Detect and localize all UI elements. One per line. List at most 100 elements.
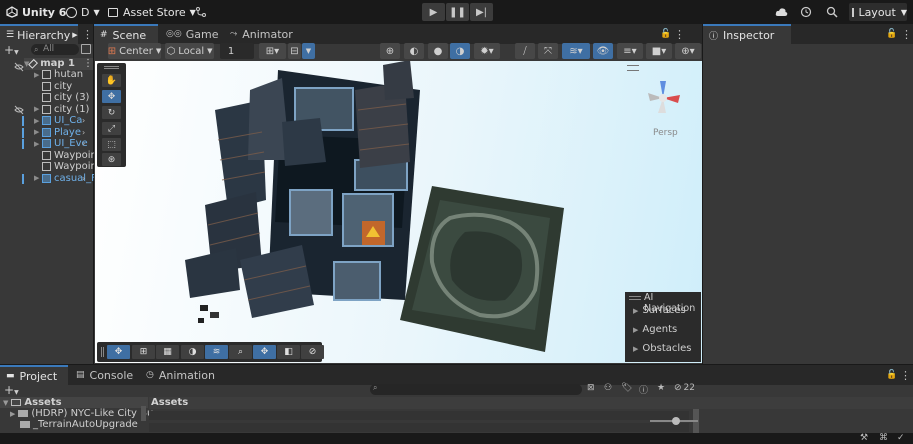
hand-tool-button[interactable]: ✋ (102, 74, 121, 87)
hierarchy-item[interactable]: ▶ Playe › (22, 127, 85, 139)
tab-console[interactable]: ▤ Console (70, 365, 133, 385)
chevron-right-icon[interactable]: ▶ (34, 128, 42, 136)
breadcrumb[interactable]: Assets (151, 397, 188, 408)
overlay-grip-icon[interactable] (104, 66, 119, 69)
space-dropdown[interactable]: ⬡ Local ▼ (165, 43, 214, 59)
cloud-icon[interactable] (775, 3, 788, 21)
search-by-type-icon[interactable]: ⊠ (587, 383, 595, 393)
chevron-right-icon[interactable]: › (82, 116, 85, 125)
version-control-icon[interactable] (195, 3, 207, 21)
account-button[interactable]: D ▼ (66, 3, 100, 21)
search-icon[interactable] (826, 3, 838, 21)
tab-hierarchy[interactable]: ☰ Hierarchy ▶ (0, 24, 78, 44)
hierarchy-item[interactable]: ▶ UI_Eve › (22, 138, 88, 150)
hierarchy-item[interactable]: ▶ UI_Ca › (22, 115, 85, 127)
rect-tool-button[interactable]: ⬚ (102, 138, 121, 151)
projection-label[interactable]: Persp (653, 128, 678, 138)
camera-tool-button[interactable]: ◧ (277, 345, 300, 359)
snap-dropdown[interactable]: ▼ (302, 43, 315, 59)
ai-nav-item-agents[interactable]: ▶ Agents (633, 324, 677, 335)
move-tool-button[interactable]: ✥ (102, 90, 121, 103)
hierarchy-item[interactable]: Waypoin (34, 161, 97, 173)
ai-nav-item-obstacles[interactable]: ▶ Obstacles (633, 343, 692, 354)
debug-icon[interactable]: ⚒ (860, 433, 868, 443)
hierarchy-item[interactable]: Waypoin (34, 150, 97, 162)
layout-dropdown[interactable]: Layout ▼ (849, 3, 907, 21)
gizmos-dropdown[interactable]: ⊕▾ (675, 43, 701, 59)
lock-icon[interactable]: 🔓 (660, 24, 671, 44)
visibility-icon[interactable] (14, 105, 24, 115)
scene-menu-icon[interactable]: ⋮ (83, 58, 93, 69)
shading-tool-button[interactable]: ◑ (181, 345, 204, 359)
scale-tool-button[interactable]: ⤢ (102, 122, 121, 135)
project-menu-icon[interactable]: ⋮ (900, 365, 911, 385)
project-search-input[interactable]: ⌕ (370, 383, 582, 395)
visibility-icon[interactable] (14, 62, 24, 72)
tab-animator[interactable]: ⤳ Animator (224, 24, 293, 44)
inspector-menu-icon[interactable]: ⋮ (901, 24, 912, 44)
play-button[interactable]: ▶ (422, 3, 445, 21)
chevron-right-icon[interactable]: ▶ (34, 117, 42, 125)
render-mode-button[interactable]: ◐ (404, 43, 424, 59)
overlay-grip-icon[interactable] (101, 347, 104, 357)
grid-snap-button[interactable]: ⊞▾ (259, 43, 286, 59)
move-handle-button[interactable]: ✥ (107, 345, 130, 359)
hierarchy-item[interactable]: ▶ hutan (34, 69, 83, 81)
scene-row[interactable]: ▼ map 1 ⋮ (24, 58, 93, 70)
camera-dropdown[interactable]: ■▾ (646, 43, 672, 59)
project-tree-scrollbar[interactable] (141, 406, 146, 421)
history-icon[interactable] (800, 3, 812, 21)
compass-tool-button[interactable]: ⊘ (301, 345, 324, 359)
create-asset-button[interactable]: +▼ (4, 383, 19, 397)
tag-icon[interactable]: 🏷 (621, 383, 632, 393)
rotate-tool-button[interactable]: ↻ (102, 106, 121, 119)
fx-button[interactable]: ⤧ (538, 43, 558, 59)
pivot-dropdown[interactable]: ⊞ Center ▼ (108, 43, 161, 59)
effects-dropdown[interactable]: ✹▾ (474, 43, 500, 59)
orientation-gizmo-button[interactable]: ⊕ (380, 43, 400, 59)
orientation-gizmo[interactable] (638, 73, 688, 123)
transform-tool-button[interactable]: ⊛ (102, 153, 121, 166)
hidden-packages-toggle[interactable]: ⊘ 22 (674, 383, 695, 393)
hierarchy-item[interactable]: city (34, 81, 72, 93)
layers-tool-button[interactable]: ≋ (205, 345, 228, 359)
favorite-star-icon[interactable]: ★ (657, 383, 665, 393)
network-icon[interactable]: ⌘ (879, 433, 888, 443)
search-by-label-icon[interactable]: ⚇ (604, 383, 612, 393)
lock-icon[interactable]: 🔓 (886, 24, 897, 44)
tab-animation[interactable]: ◷ Animation (140, 365, 215, 385)
chevron-right-icon[interactable]: › (82, 139, 85, 148)
layers-dropdown[interactable]: ≋▾ (562, 43, 590, 59)
lighting-button[interactable]: ● (428, 43, 448, 59)
checkmark-icon[interactable]: ✓ (897, 433, 905, 443)
tab-inspector[interactable]: ⓘ Inspector (703, 24, 791, 44)
2d-toggle-button[interactable]: ◑ (450, 43, 470, 59)
add-object-button[interactable]: +▼ (4, 43, 24, 57)
chevron-right-icon[interactable]: › (82, 128, 85, 137)
hierarchy-item[interactable]: ▶ casual_F › (22, 173, 97, 185)
audio-mute-button[interactable]: ⧸ (515, 43, 535, 59)
lock-icon[interactable]: 🔓 (886, 365, 897, 385)
project-folder-row[interactable]: _TerrainAutoUpgrade (10, 419, 138, 430)
asset-store-button[interactable]: Asset Store ▼ (108, 3, 196, 21)
tab-scene[interactable]: # Scene (94, 24, 158, 44)
info-icon[interactable]: ⓘ (639, 383, 648, 396)
increment-snap-button[interactable]: ⊟ (288, 43, 301, 59)
grid-size-input[interactable]: 1 (220, 43, 254, 59)
move-snap-button[interactable]: ✥ (253, 345, 276, 359)
pause-button[interactable]: ❚❚ (446, 3, 469, 21)
overlay-grip-icon[interactable] (629, 296, 641, 300)
hierarchy-menu-icon[interactable]: ⋮ (80, 24, 93, 44)
ai-nav-item-surfaces[interactable]: ▶ Surfaces (633, 305, 686, 316)
scene-menu-icon[interactable]: ⋮ (674, 24, 685, 44)
chevron-right-icon[interactable]: ▶ (34, 105, 42, 113)
pivot-tool-button[interactable]: ⊞ (132, 345, 155, 359)
search-tool-button[interactable]: ⌕ (229, 345, 252, 359)
project-root-row[interactable]: ▼ Assets (0, 397, 148, 408)
chevron-right-icon[interactable]: ▶ (34, 174, 42, 182)
icon-size-slider[interactable] (650, 417, 698, 425)
hierarchy-item[interactable]: city (3) (34, 92, 89, 104)
grid-tool-button[interactable]: ▦ (156, 345, 179, 359)
chevron-right-icon[interactable]: › (82, 174, 85, 183)
hierarchy-item[interactable]: ▶ city (1) (34, 104, 89, 116)
